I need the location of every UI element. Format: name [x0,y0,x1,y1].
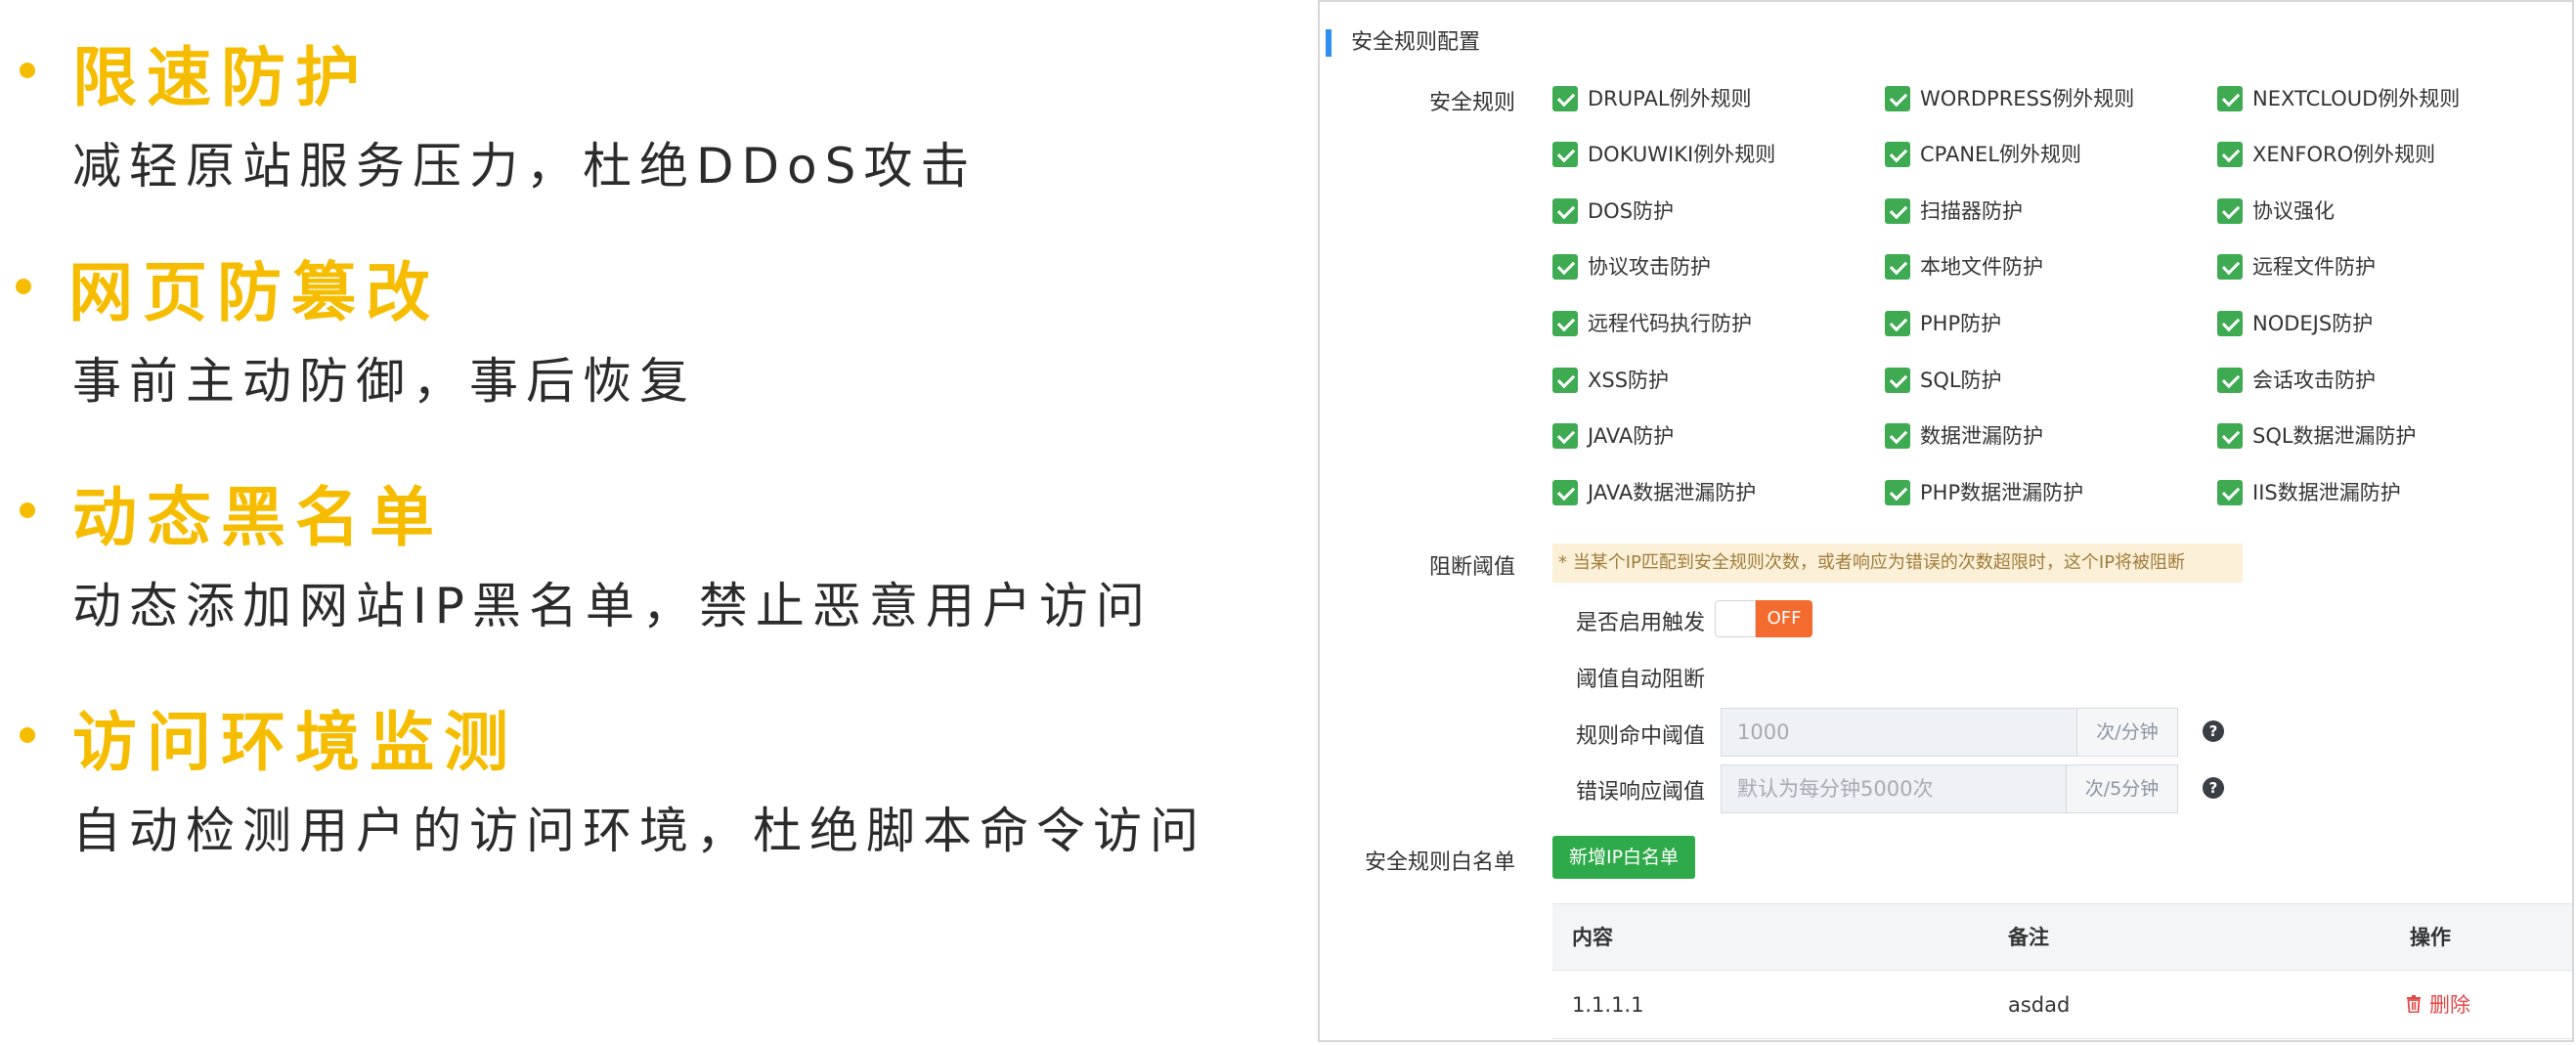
bullet-dot [20,502,35,518]
checkbox-checked-icon[interactable] [1885,423,1910,449]
rule-label: SQL防护 [1920,369,2002,392]
checkbox-checked-icon[interactable] [2217,86,2243,111]
feature-desc: 减轻原站服务压力，杜绝DDoS攻击 [72,138,978,195]
rule-label: XSS防护 [1588,369,1670,392]
rule-label: CPANEL例外规则 [1920,143,2082,166]
bullet-dot [16,279,31,294]
rule-label: 协议攻击防护 [1588,255,1711,279]
toggle-knob[interactable] [1715,600,1756,637]
block-threshold-notice: * 当某个IP匹配到安全规则次数，或者响应为错误的次数超限时，这个IP将被阻断 [1552,544,2243,583]
checkbox-checked-icon[interactable] [1885,311,1910,336]
feature-title: 动态黑名单 [72,480,444,555]
rule-label: 扫描器防护 [1920,199,2023,223]
help-icon[interactable]: ? [2203,777,2224,799]
table-row: 1.1.1.1 asdad 删除 [1552,971,2572,1039]
rule-label: 本地文件防护 [1920,255,2043,279]
help-icon[interactable]: ? [2203,720,2224,742]
feature-desc: 自动检测用户的访问环境，杜绝脚本命令访问 [72,803,1206,859]
auto-block-label: 阈值自动阻断 [1576,668,1706,692]
rule-label: NODEJS防护 [2252,312,2374,335]
rule-label: 会话攻击防护 [2252,369,2376,392]
rule-label: NEXTCLOUD例外规则 [2252,87,2461,110]
column-header-content: 内容 [1572,926,1613,949]
checkbox-checked-icon[interactable] [2217,254,2243,280]
enable-trigger-label: 是否启用触发 [1576,611,1706,635]
add-ip-whitelist-button[interactable]: 新增IP白名单 [1552,836,1695,879]
checkbox-checked-icon[interactable] [1552,142,1578,167]
checkbox-checked-icon[interactable] [1552,86,1578,111]
error-response-threshold-input[interactable]: 默认为每分钟5000次 [1721,764,2067,813]
rule-label: IIS数据泄漏防护 [2252,481,2401,504]
rule-label: JAVA数据泄漏防护 [1588,481,1757,504]
checkbox-checked-icon[interactable] [1552,368,1578,393]
rule-label: 协议强化 [2252,199,2335,223]
block-threshold-label: 阻断阈值 [1428,555,1515,580]
bullet-dot [20,727,35,743]
checkbox-checked-icon[interactable] [1552,311,1578,336]
feature-desc: 动态添加网站IP黑名单，禁止恶意用户访问 [72,578,1153,634]
feature-title: 访问环境监测 [72,705,518,780]
rule-label: WORDPRESS例外规则 [1920,87,2135,110]
checkbox-checked-icon[interactable] [1885,368,1910,393]
checkbox-checked-icon[interactable] [1552,198,1578,224]
checkbox-checked-icon[interactable] [2217,480,2243,505]
rule-hit-threshold-unit: 次/分钟 [2076,708,2178,757]
whitelist-label: 安全规则白名单 [1364,850,1515,875]
checkbox-checked-icon[interactable] [1885,142,1910,167]
rules-label: 安全规则 [1428,91,1515,115]
rule-label: JAVA防护 [1588,424,1675,448]
checkbox-checked-icon[interactable] [1552,423,1578,449]
feature-title: 限速防护 [72,40,370,115]
security-rule-config-panel: 安全规则配置 安全规则 DRUPAL例外规则 WORDPRESS例外规则 NEX… [1318,0,2574,1042]
rule-label: PHP数据泄漏防护 [1920,481,2084,504]
cell-note: asdad [2008,993,2071,1017]
checkbox-checked-icon[interactable] [1885,86,1910,111]
error-response-threshold-unit: 次/5分钟 [2066,764,2178,813]
enable-trigger-toggle[interactable]: OFF [1715,600,1812,637]
checkbox-checked-icon[interactable] [2217,368,2243,393]
section-title: 安全规则配置 [1351,30,1481,55]
checkbox-checked-icon[interactable] [2217,198,2243,224]
column-header-note: 备注 [2008,926,2049,949]
feature-desc: 事前主动防御，事后恢复 [72,353,696,410]
rule-label: 远程代码执行防护 [1588,312,1752,335]
delete-button[interactable]: 删除 [2406,971,2470,1039]
section-accent-bar [1326,29,1332,57]
checkbox-checked-icon[interactable] [1552,254,1578,280]
rule-label: DOS防护 [1588,199,1675,223]
column-header-action: 操作 [2410,926,2451,949]
rule-hit-threshold-input[interactable]: 1000 [1721,708,2077,757]
toggle-state-text: OFF [1756,600,1812,637]
rule-label: SQL数据泄漏防护 [2252,424,2417,448]
rule-label: XENFORO例外规则 [2252,143,2436,166]
bullet-dot [20,63,35,78]
rule-label: DRUPAL例外规则 [1588,87,1752,110]
feature-title: 网页防篡改 [68,255,440,330]
whitelist-table: 内容 备注 操作 1.1.1.1 asdad 删除 [1552,903,2572,1040]
rule-label: 远程文件防护 [2252,255,2376,279]
table-header: 内容 备注 操作 [1552,903,2572,971]
delete-label: 删除 [2429,993,2470,1017]
rule-hit-threshold-label: 规则命中阈值 [1576,724,1706,749]
checkbox-checked-icon[interactable] [1885,480,1910,505]
cell-content: 1.1.1.1 [1572,993,1644,1017]
rule-label: DOKUWIKI例外规则 [1588,143,1776,166]
checkbox-checked-icon[interactable] [1885,254,1910,280]
trash-icon [2407,995,2421,1013]
rule-label: 数据泄漏防护 [1920,424,2043,448]
checkbox-checked-icon[interactable] [2217,311,2243,336]
rule-label: PHP防护 [1920,312,2002,335]
checkbox-checked-icon[interactable] [1552,480,1578,505]
error-response-threshold-label: 错误响应阈值 [1576,780,1706,805]
checkbox-checked-icon[interactable] [2217,142,2243,167]
checkbox-checked-icon[interactable] [2217,423,2243,449]
checkbox-checked-icon[interactable] [1885,198,1910,224]
